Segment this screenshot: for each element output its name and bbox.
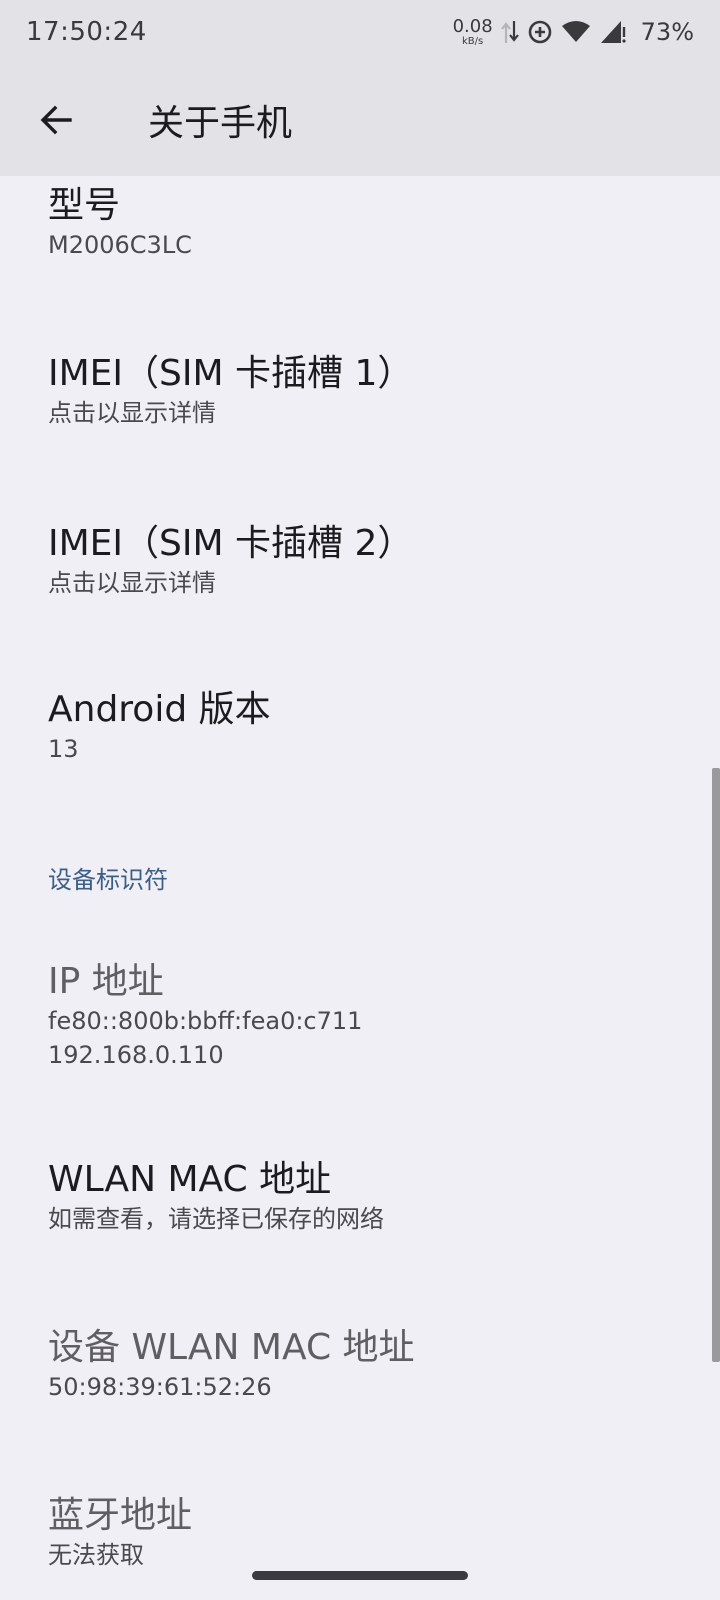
pref-title: Android 版本 xyxy=(48,689,271,730)
status-icons: 0.08 kB/s 73% xyxy=(452,15,694,47)
back-button[interactable] xyxy=(26,90,86,150)
cell-signal-icon xyxy=(599,19,629,45)
pref-title: IP 地址 xyxy=(48,961,164,1002)
pref-summary: 点击以显示详情 xyxy=(48,569,216,597)
data-transfer-icon xyxy=(500,19,519,45)
wifi-icon xyxy=(561,20,591,44)
pref-title: 型号 xyxy=(48,185,121,226)
pref-title: WLAN MAC 地址 xyxy=(48,1159,332,1200)
app-bar: 关于手机 xyxy=(0,64,720,176)
pref-summary: 如需查看，请选择已保存的网络 xyxy=(48,1205,384,1233)
battery-level: 73% xyxy=(640,18,694,46)
gesture-nav-handle[interactable] xyxy=(252,1571,468,1580)
arrow-left-icon xyxy=(40,105,72,135)
pref-title: IMEI（SIM 卡插槽 1） xyxy=(48,353,414,394)
pref-bluetooth-address[interactable]: 蓝牙地址 无法获取 xyxy=(48,1494,688,1572)
pref-imei-slot-2[interactable]: IMEI（SIM 卡插槽 2） 点击以显示详情 xyxy=(48,522,688,600)
settings-list[interactable]: 型号 M2006C3LC IMEI（SIM 卡插槽 1） 点击以显示详情 IME… xyxy=(0,176,720,1600)
net-speed: 0.08 kB/s xyxy=(452,15,493,47)
pref-title: 设备 WLAN MAC 地址 xyxy=(48,1327,415,1368)
pref-summary: 点击以显示详情 xyxy=(48,399,216,427)
pref-summary: 50:98:39:61:52:26 xyxy=(48,1373,272,1401)
pref-ip-address[interactable]: IP 地址 fe80::800b:bbff:fea0:c711 192.168.… xyxy=(48,960,688,1072)
net-speed-value: 0.08 xyxy=(452,15,493,37)
pref-summary: M2006C3LC xyxy=(48,231,192,259)
data-saver-icon xyxy=(527,19,553,45)
pref-imei-slot-1[interactable]: IMEI（SIM 卡插槽 1） 点击以显示详情 xyxy=(48,352,688,430)
pref-wlan-mac[interactable]: WLAN MAC 地址 如需查看，请选择已保存的网络 xyxy=(48,1158,688,1236)
status-bar: 17:50:24 0.08 kB/s 73% xyxy=(0,0,720,64)
pref-summary-line1: fe80::800b:bbff:fea0:c711 xyxy=(48,1007,363,1035)
pref-title: 蓝牙地址 xyxy=(48,1495,193,1536)
pref-android-version[interactable]: Android 版本 13 xyxy=(48,688,688,766)
status-time: 17:50:24 xyxy=(26,17,147,47)
pref-summary: 无法获取 xyxy=(48,1541,144,1569)
category-header-device-identifiers: 设备标识符 xyxy=(48,866,168,894)
pref-device-wlan-mac[interactable]: 设备 WLAN MAC 地址 50:98:39:61:52:26 xyxy=(48,1326,688,1404)
pref-summary-line2: 192.168.0.110 xyxy=(48,1041,224,1069)
pref-summary: 13 xyxy=(48,735,79,763)
page-title: 关于手机 xyxy=(148,103,293,144)
net-speed-unit: kB/s xyxy=(462,35,484,47)
pref-title: IMEI（SIM 卡插槽 2） xyxy=(48,523,414,564)
pref-model[interactable]: 型号 M2006C3LC xyxy=(48,184,688,262)
scrollbar[interactable] xyxy=(712,768,720,1362)
